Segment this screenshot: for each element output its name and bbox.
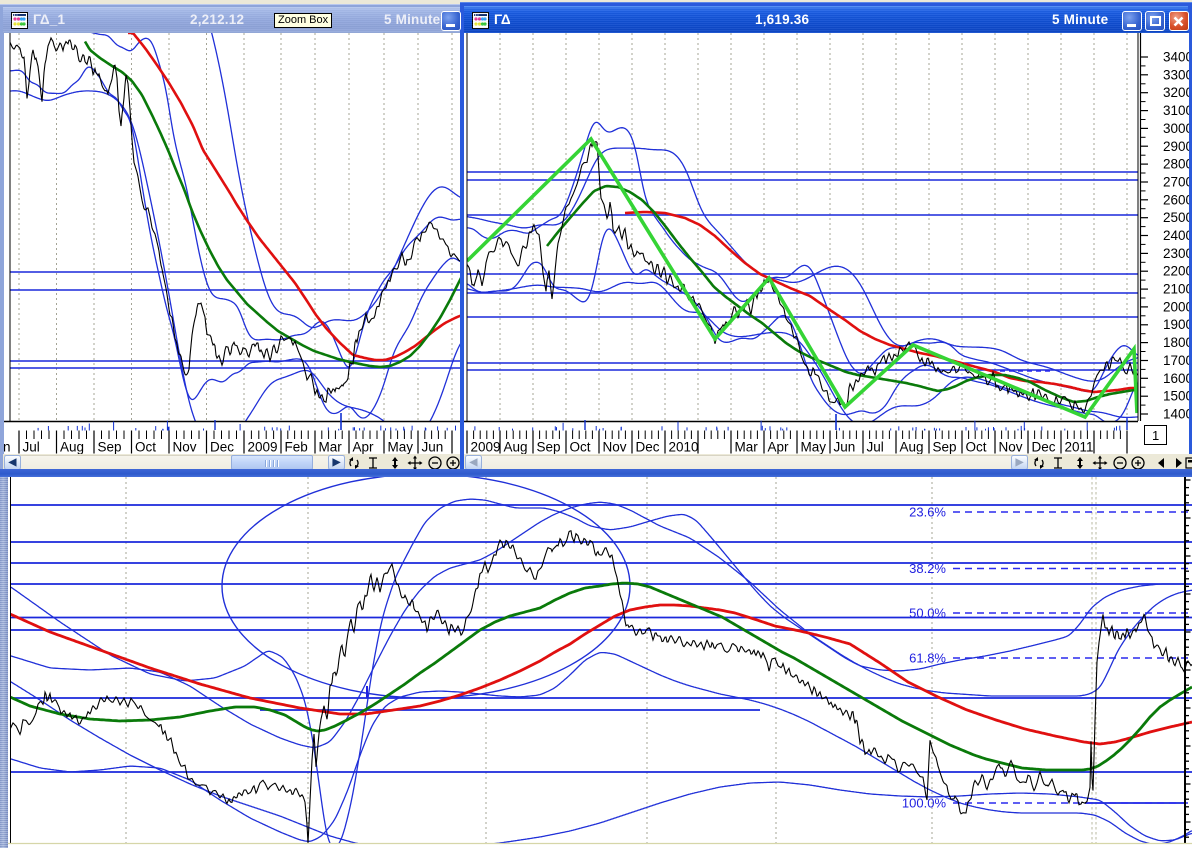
- svg-text:May: May: [801, 440, 827, 455]
- svg-text:1500: 1500: [1163, 389, 1189, 404]
- svg-text:2010: 2010: [669, 440, 699, 455]
- svg-text:2400: 2400: [1163, 228, 1189, 243]
- svg-text:Sep: Sep: [537, 440, 561, 455]
- svg-text:Jul: Jul: [23, 440, 40, 455]
- svg-text:Jun: Jun: [422, 440, 444, 455]
- svg-text:3000: 3000: [1163, 121, 1189, 136]
- svg-text:23.6%: 23.6%: [909, 505, 946, 520]
- svg-text:2900: 2900: [1163, 139, 1189, 154]
- svg-text:1800: 1800: [1163, 335, 1189, 350]
- svg-text:Nov: Nov: [173, 440, 197, 455]
- svg-text:1: 1: [1152, 428, 1159, 443]
- svg-text:Nov: Nov: [999, 440, 1023, 455]
- svg-text:2009: 2009: [248, 440, 278, 455]
- svg-text:Feb: Feb: [285, 440, 308, 455]
- svg-text:Nov: Nov: [603, 440, 627, 455]
- svg-text:n: n: [4, 440, 11, 455]
- svg-text:1900: 1900: [1163, 317, 1189, 332]
- svg-text:Aug: Aug: [900, 440, 924, 455]
- svg-text:Dec: Dec: [636, 440, 660, 455]
- svg-text:2000: 2000: [1163, 299, 1189, 314]
- svg-text:Apr: Apr: [353, 440, 375, 455]
- svg-text:2300: 2300: [1163, 246, 1189, 261]
- svg-text:2700: 2700: [1163, 175, 1189, 190]
- svg-text:Apr: Apr: [768, 440, 790, 455]
- svg-text:Aug: Aug: [504, 440, 528, 455]
- svg-text:2200: 2200: [1163, 264, 1189, 279]
- svg-text:3100: 3100: [1163, 103, 1189, 118]
- svg-text:1400: 1400: [1163, 407, 1189, 422]
- svg-text:2600: 2600: [1163, 192, 1189, 207]
- svg-text:38.2%: 38.2%: [909, 561, 946, 576]
- svg-text:Jun: Jun: [834, 440, 856, 455]
- svg-text:Oct: Oct: [135, 440, 156, 455]
- svg-text:1700: 1700: [1163, 353, 1189, 368]
- svg-text:Dec: Dec: [210, 440, 234, 455]
- svg-text:3400: 3400: [1163, 50, 1189, 65]
- svg-text:Aug: Aug: [60, 440, 84, 455]
- svg-text:May: May: [388, 440, 414, 455]
- svg-text:Sep: Sep: [98, 440, 122, 455]
- svg-text:Oct: Oct: [966, 440, 987, 455]
- svg-text:50.0%: 50.0%: [909, 606, 946, 621]
- svg-text:Jul: Jul: [867, 440, 884, 455]
- svg-text:Oct: Oct: [570, 440, 591, 455]
- svg-text:Mar: Mar: [319, 440, 343, 455]
- svg-text:2100: 2100: [1163, 282, 1189, 297]
- svg-text:2009: 2009: [471, 440, 501, 455]
- svg-text:1600: 1600: [1163, 371, 1189, 386]
- svg-text:2500: 2500: [1163, 210, 1189, 225]
- svg-text:2800: 2800: [1163, 157, 1189, 172]
- svg-text:Dec: Dec: [1032, 440, 1056, 455]
- svg-text:Sep: Sep: [933, 440, 957, 455]
- svg-text:100.0%: 100.0%: [902, 796, 947, 811]
- svg-text:3200: 3200: [1163, 85, 1189, 100]
- svg-text:3300: 3300: [1163, 67, 1189, 82]
- svg-text:Mar: Mar: [735, 440, 759, 455]
- svg-text:2011: 2011: [1065, 440, 1094, 455]
